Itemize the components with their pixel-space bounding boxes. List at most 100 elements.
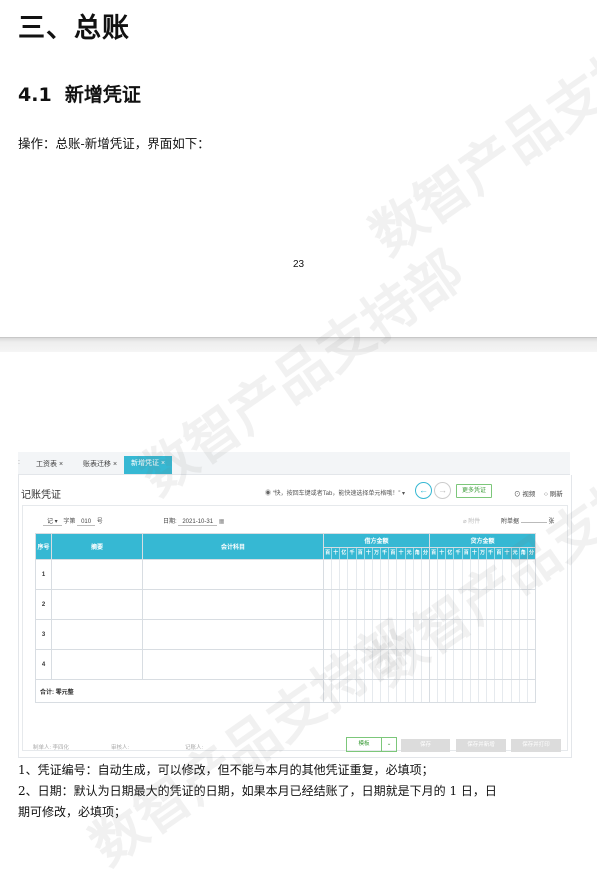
digit-column	[526, 680, 535, 702]
digit-column	[510, 590, 519, 619]
digit-column	[502, 560, 510, 589]
item-2: 2、日期：默认为日期最大的凭证的日期，如果本月已经结账了，日期就是下月的 1 日…	[18, 784, 497, 798]
attach-link[interactable]: ⌀ 附件	[463, 516, 480, 525]
save-new-button[interactable]: 保存并新增	[456, 739, 506, 752]
credit-cell[interactable]	[429, 589, 536, 620]
digit-column	[404, 590, 413, 619]
digit-column	[404, 620, 413, 649]
digit-column	[339, 560, 347, 589]
col-seq: 序号	[35, 533, 52, 560]
attach-count-input[interactable]	[520, 522, 547, 523]
digit-column	[526, 650, 535, 679]
watermark: 数智产品支持部	[358, 0, 597, 268]
voucher-number-input[interactable]: 010	[77, 519, 96, 526]
prev-arrow-icon[interactable]: ←	[415, 482, 432, 499]
voucher-panel: 记账凭证 ◉ “快，按回车键或者Tab，能快速选择单元格哦！” ▾ ← → 更多…	[18, 475, 572, 758]
digit-header: 万	[371, 548, 380, 559]
digit-header: 千	[486, 548, 494, 559]
digit-column	[461, 650, 470, 679]
summary-cell[interactable]	[51, 559, 143, 590]
debit-cell[interactable]	[323, 559, 430, 590]
credit-cell[interactable]	[429, 619, 536, 650]
debit-cell[interactable]	[323, 619, 430, 650]
digit-column	[347, 590, 355, 619]
digit-column	[420, 560, 429, 589]
voucher-number-row: 记 ▾ 字第 010 号	[43, 516, 103, 526]
tab-payroll[interactable]: 工资表 ×	[36, 459, 63, 469]
debit-cell[interactable]	[323, 649, 430, 680]
attach-unit: 张	[548, 519, 555, 525]
digit-column	[371, 680, 380, 702]
digit-column	[445, 590, 453, 619]
chevron-down-icon[interactable]: ⌄	[381, 737, 397, 752]
account-cell[interactable]	[142, 649, 324, 680]
tab-bar: : 工资表 × 账表迁移 × 新增凭证 ×	[18, 452, 570, 475]
account-cell[interactable]	[142, 589, 324, 620]
close-icon[interactable]: ×	[113, 461, 117, 468]
digit-header: 十	[437, 548, 445, 559]
next-arrow-icon[interactable]: →	[434, 482, 451, 499]
no-suffix: 号	[96, 519, 103, 525]
digit-header: 百	[461, 548, 470, 559]
debit-total	[323, 679, 430, 703]
table-row: 4	[35, 649, 536, 680]
digit-column	[396, 560, 404, 589]
account-cell[interactable]	[142, 559, 324, 590]
voucher-word-select[interactable]: 记 ▾	[43, 516, 62, 526]
digit-column	[477, 560, 486, 589]
digit-column	[453, 620, 461, 649]
digit-column	[339, 650, 347, 679]
digit-header: 亿	[445, 548, 453, 559]
digit-column	[404, 680, 413, 702]
tab-migration[interactable]: 账表迁移 ×	[83, 459, 117, 469]
debit-cell[interactable]	[323, 589, 430, 620]
attach-count-label: 附单据	[501, 519, 520, 525]
digit-column	[430, 560, 437, 589]
digit-column	[510, 680, 519, 702]
template-button[interactable]: 模板	[346, 737, 382, 752]
credit-cell[interactable]	[429, 559, 536, 590]
chevron-down-icon[interactable]: ▾	[402, 491, 405, 497]
save-print-button[interactable]: 保存并打印	[511, 739, 561, 752]
col-debit: 借方金额	[323, 533, 430, 548]
summary-cell[interactable]	[51, 619, 143, 650]
credit-cell[interactable]	[429, 649, 536, 680]
row-seq: 3	[35, 619, 52, 650]
digit-column	[331, 650, 339, 679]
account-cell[interactable]	[142, 619, 324, 650]
save-button[interactable]: 保存	[401, 739, 450, 752]
summary-cell[interactable]	[51, 589, 143, 620]
digit-header: 分	[420, 548, 429, 559]
calendar-icon[interactable]: ▦	[219, 519, 225, 525]
digit-column	[445, 620, 453, 649]
summary-cell[interactable]	[51, 649, 143, 680]
digit-column	[388, 650, 396, 679]
close-icon[interactable]: ×	[59, 461, 63, 468]
digit-header: 万	[477, 548, 486, 559]
refresh-link[interactable]: ○ 刷新	[544, 488, 563, 498]
digit-column	[412, 590, 421, 619]
tab-new-voucher[interactable]: 新增凭证 ×	[124, 456, 173, 474]
table-row: 3	[35, 619, 536, 650]
close-icon[interactable]: ×	[161, 460, 165, 467]
digit-column	[388, 620, 396, 649]
total-cell: 合计: 零元整	[35, 679, 324, 703]
video-link[interactable]: ⊙ 视频	[514, 488, 535, 498]
digit-column	[380, 620, 388, 649]
tab-overflow[interactable]: :	[18, 459, 20, 466]
digit-column	[396, 680, 404, 702]
no-prefix: 字第	[63, 519, 76, 525]
digit-column	[510, 620, 519, 649]
digit-column	[363, 680, 372, 702]
attach-icon: ⌀	[463, 519, 467, 525]
digit-column	[469, 620, 478, 649]
digit-column	[363, 620, 372, 649]
credit-digit-header: 百十亿千百十万千百十元角分	[429, 547, 536, 560]
digit-column	[437, 680, 445, 702]
attach-label: 附件	[468, 519, 481, 525]
more-vouchers-button[interactable]: 更多凭证	[456, 484, 492, 498]
digit-column	[371, 590, 380, 619]
date-input[interactable]: 2021-10-31	[178, 519, 218, 526]
attachment-count: 附单据 张	[501, 516, 554, 525]
digit-header: 分	[526, 548, 535, 559]
